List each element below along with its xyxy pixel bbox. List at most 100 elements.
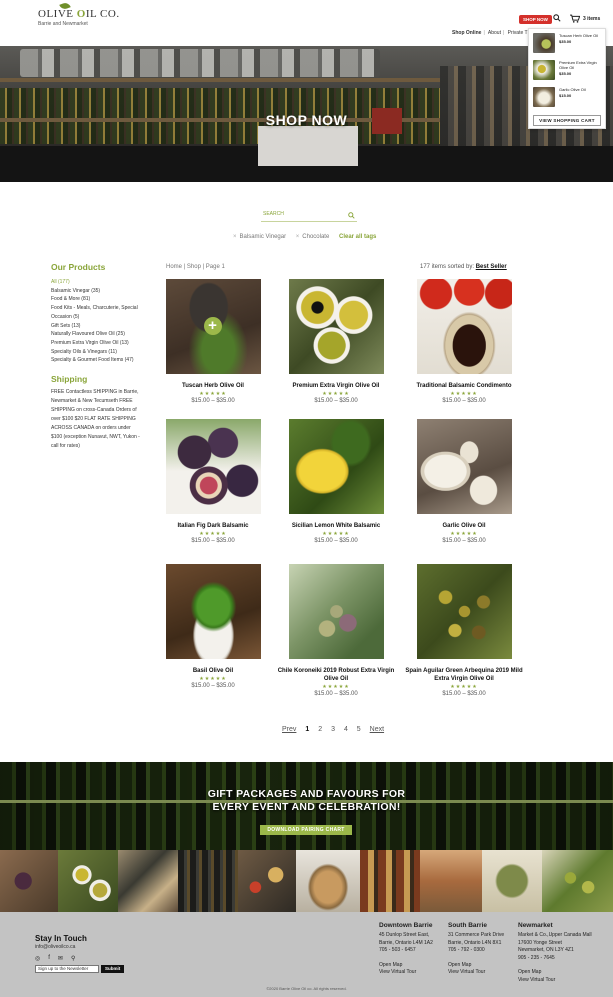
page-link-4[interactable]: 4 [344, 726, 348, 733]
mini-cart-item-name: Tuscan Herb Olive Oil [559, 33, 598, 38]
product-search-input[interactable]: SEARCH [261, 208, 357, 222]
virtual-tour-link[interactable]: View Virtual Tour [518, 977, 608, 985]
search-icon[interactable] [553, 14, 561, 22]
product-card[interactable]: Italian Fig Dark Balsamic ★★★★★ $15.00 –… [153, 419, 273, 544]
product-card[interactable]: Traditional Balsamic Condimento ★★★★★ $1… [404, 279, 524, 404]
category-all[interactable]: All (177) [51, 278, 146, 287]
product-card[interactable]: Garlic Olive Oil ★★★★★ $15.00 – $35.00 [404, 419, 524, 544]
product-card[interactable]: + Tuscan Herb Olive Oil ★★★★★ $15.00 – $… [153, 279, 273, 404]
product-image[interactable] [416, 279, 512, 374]
location-phone[interactable]: 705 - 792 - 0300 [448, 947, 528, 955]
product-card[interactable]: Premium Extra Virgin Olive Oil ★★★★★ $15… [276, 279, 396, 404]
category-specialty-oils[interactable]: Specialty Oils & Vinegars (11) [51, 348, 146, 357]
sort-select[interactable]: Best Seller [476, 264, 507, 270]
product-name[interactable]: Traditional Balsamic Condimento [404, 382, 524, 390]
open-map-link[interactable]: Open Map [379, 962, 459, 970]
product-card[interactable]: Basil Olive Oil ★★★★★ $15.00 – $35.00 [153, 564, 273, 689]
location-line: Market & Co.,Upper Canada Mall [518, 932, 592, 938]
open-map-link[interactable]: Open Map [448, 962, 528, 970]
tag-chocolate[interactable]: Chocolate [302, 234, 329, 240]
logo-text-b: IL CO. [85, 8, 120, 20]
page-link-5[interactable]: 5 [357, 726, 361, 733]
gift-title: GIFT PACKAGES AND FAVOURS FOR EVERY EVEN… [0, 788, 613, 814]
nav-about[interactable]: About [488, 30, 501, 36]
product-image[interactable] [288, 419, 384, 514]
next-page-link[interactable]: Next [370, 726, 384, 733]
category-balsamic[interactable]: Balsamic Vinegar (35) [51, 287, 146, 296]
product-name[interactable]: Italian Fig Dark Balsamic [153, 522, 273, 530]
category-premium-evoo[interactable]: Premium Extra Virgin Olive Oil (13) [51, 339, 146, 348]
open-map-link[interactable]: Open Map [518, 969, 608, 977]
product-image[interactable] [165, 419, 261, 514]
location-phone[interactable]: 705 - 503 - 6457 [379, 947, 459, 955]
cart-icon[interactable] [570, 14, 580, 23]
mini-cart-item[interactable]: Garlic Olive Oil $15.00 [533, 87, 601, 112]
product-name[interactable]: Garlic Olive Oil [404, 522, 524, 530]
category-food-more[interactable]: Food & More (81) [51, 295, 146, 304]
cart-count[interactable]: 3 items [583, 16, 600, 22]
page-link-1[interactable]: 1 [305, 726, 309, 733]
gift-title-line: GIFT PACKAGES AND FAVOURS FOR [207, 788, 406, 800]
remove-tag-icon[interactable]: × [296, 234, 300, 240]
location-phone[interactable]: 905 - 235 - 7645 [518, 955, 608, 963]
add-to-cart-icon[interactable]: + [203, 317, 222, 335]
product-name[interactable]: Tuscan Herb Olive Oil [153, 382, 273, 390]
product-image[interactable] [288, 564, 384, 659]
product-image[interactable] [416, 419, 512, 514]
rating-stars: ★★★★★ [322, 684, 350, 690]
facebook-icon[interactable]: f [48, 955, 50, 962]
instagram-icon[interactable]: ◎ [35, 955, 40, 962]
product-name[interactable]: Spain Aguilar Green Arbequina 2019 Mild … [404, 667, 524, 683]
virtual-tour-link[interactable]: View Virtual Tour [448, 969, 528, 977]
page-link-3[interactable]: 3 [331, 726, 335, 733]
footer-email-link[interactable]: info@oliveoilco.ca [35, 944, 75, 950]
product-card[interactable]: Sicilian Lemon White Balsamic ★★★★★ $15.… [276, 419, 396, 544]
search-icon[interactable] [348, 212, 355, 219]
page-link-2[interactable]: 2 [318, 726, 322, 733]
category-food-kits-cont[interactable]: Occasion (5) [51, 313, 146, 322]
product-name[interactable]: Sicilian Lemon White Balsamic [276, 522, 396, 530]
download-pairing-chart-button[interactable]: DOWNLOAD PAIRING CHART [260, 825, 352, 835]
product-name[interactable]: Premium Extra Virgin Olive Oil [276, 382, 396, 390]
product-image[interactable] [165, 564, 261, 659]
product-card[interactable]: Chile Koroneiki 2019 Robust Extra Virgin… [276, 564, 396, 697]
category-flavoured[interactable]: Naturally Flavoured Olive Oil (25) [51, 330, 146, 339]
search-icon[interactable]: ⚲ [71, 955, 75, 962]
product-image[interactable]: + [165, 279, 261, 374]
shipping-text: over $100 $20 FLAT RATE SHIPPING [51, 416, 136, 423]
newsletter-input[interactable]: Sign up to the Newsletter [35, 965, 99, 973]
newsletter-submit-button[interactable]: Submit [101, 965, 125, 973]
remove-tag-icon[interactable]: × [233, 234, 237, 240]
view-shopping-cart-button[interactable]: VIEW SHOPPING CART [533, 115, 601, 126]
site-logo[interactable]: OLIVE OIL CO. Barrie and Newmarket [38, 1, 120, 27]
rating-stars: ★★★★★ [450, 531, 478, 537]
category-food-kits[interactable]: Food Kits - Meals, Charcuterie, Special [51, 304, 146, 313]
clear-all-tags-link[interactable]: Clear all tags [339, 234, 376, 240]
shop-now-badge[interactable]: SHOP NOW [519, 15, 552, 24]
product-name[interactable]: Basil Olive Oil [153, 667, 273, 675]
product-image[interactable] [416, 564, 512, 659]
mini-cart-item[interactable]: Tuscan Herb Olive Oil $35.00 [533, 33, 601, 58]
hero-shelf [0, 78, 440, 82]
breadcrumb[interactable]: Home | Shop | Page 1 [166, 264, 225, 270]
rating-stars: ★★★★★ [199, 391, 227, 397]
logo-text-o: O [76, 8, 86, 20]
prev-page-link[interactable]: Prev [282, 726, 296, 733]
category-gift-sets[interactable]: Gift Sets (13) [51, 322, 146, 331]
mail-icon[interactable]: ✉ [58, 955, 63, 962]
product-image[interactable] [288, 279, 384, 374]
tag-balsamic-vinegar[interactable]: Balsamic Vinegar [240, 234, 287, 240]
hero-stand [258, 126, 358, 166]
category-gourmet[interactable]: Specialty & Gourmet Food Items (47) [51, 356, 146, 365]
mini-cart-item[interactable]: Premium Extra Virgin Olive Oil $35.00 [533, 60, 601, 85]
location-line: 31 Commerce Park Drive [448, 932, 505, 938]
location-title: Downtown Barrie [379, 922, 433, 929]
nav-private[interactable]: Private T [508, 30, 528, 36]
virtual-tour-link[interactable]: View Virtual Tour [379, 969, 459, 977]
product-price: $15.00 – $35.00 [191, 398, 235, 404]
shipping-text: call for rates) [51, 443, 80, 450]
shipping-heading: Shipping [51, 374, 88, 385]
product-name[interactable]: Chile Koroneiki 2019 Robust Extra Virgin… [276, 667, 396, 683]
nav-shop-online[interactable]: Shop Online [452, 30, 481, 36]
product-card[interactable]: Spain Aguilar Green Arbequina 2019 Mild … [404, 564, 524, 697]
